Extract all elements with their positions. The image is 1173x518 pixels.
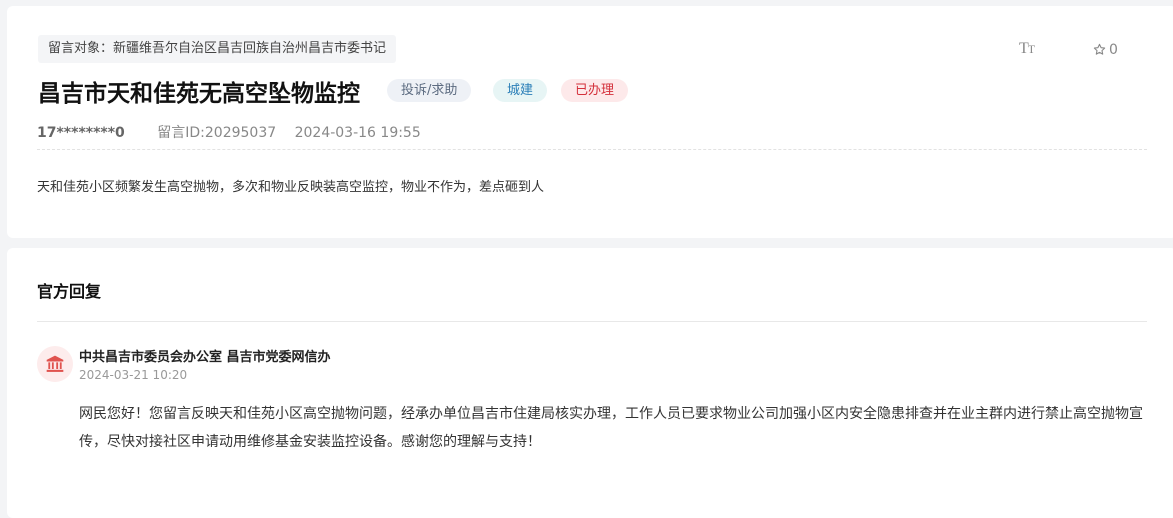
star-icon — [1093, 43, 1106, 55]
reply-heading: 官方回复 — [37, 282, 102, 301]
government-building-icon — [46, 355, 64, 372]
text-size-icon: TT — [1019, 40, 1035, 57]
divider — [37, 149, 1147, 150]
status-badge: 已办理 — [561, 79, 629, 102]
font-size-button[interactable]: TT — [1019, 40, 1035, 58]
message-title: 昌吉市天和佳苑无高空坠物监控 — [38, 81, 360, 107]
reply-time: 2024-03-21 10:20 — [79, 368, 188, 382]
reply-org-name: 中共昌吉市委员会办公室 昌吉市党委网信办 — [79, 350, 331, 365]
message-id: 留言ID:20295037 — [157, 125, 277, 141]
message-card: 留言对象：新疆维吾尔自治区昌吉回族自治州昌吉市委书记 TT 0 昌吉市天和佳苑无… — [7, 6, 1173, 238]
message-target: 留言对象：新疆维吾尔自治区昌吉回族自治州昌吉市委书记 — [38, 35, 397, 63]
divider — [37, 321, 1147, 322]
message-content: 天和佳苑小区频繁发生高空抛物，多次和物业反映装高空监控，物业不作为，差点砸到人 — [37, 180, 545, 195]
user-id: 17********0 — [37, 125, 125, 141]
favorite-count: 0 — [1109, 42, 1118, 58]
message-datetime: 2024-03-16 19:55 — [294, 125, 421, 141]
favorite-button[interactable]: 0 — [1093, 42, 1118, 58]
avatar — [37, 346, 73, 382]
official-reply-card: 官方回复 中共昌吉市委员会办公室 昌吉市党委网信办 2024-03-21 10:… — [7, 248, 1173, 518]
reply-body: 网民您好！您留言反映天和佳苑小区高空抛物问题，经承办单位昌吉市住建局核实办理，工… — [79, 406, 1143, 450]
type-badge: 投诉/求助 — [387, 79, 472, 102]
message-meta: 17********0 留言ID:20295037 2024-03-16 19:… — [37, 122, 421, 142]
category-badge: 城建 — [493, 79, 548, 102]
